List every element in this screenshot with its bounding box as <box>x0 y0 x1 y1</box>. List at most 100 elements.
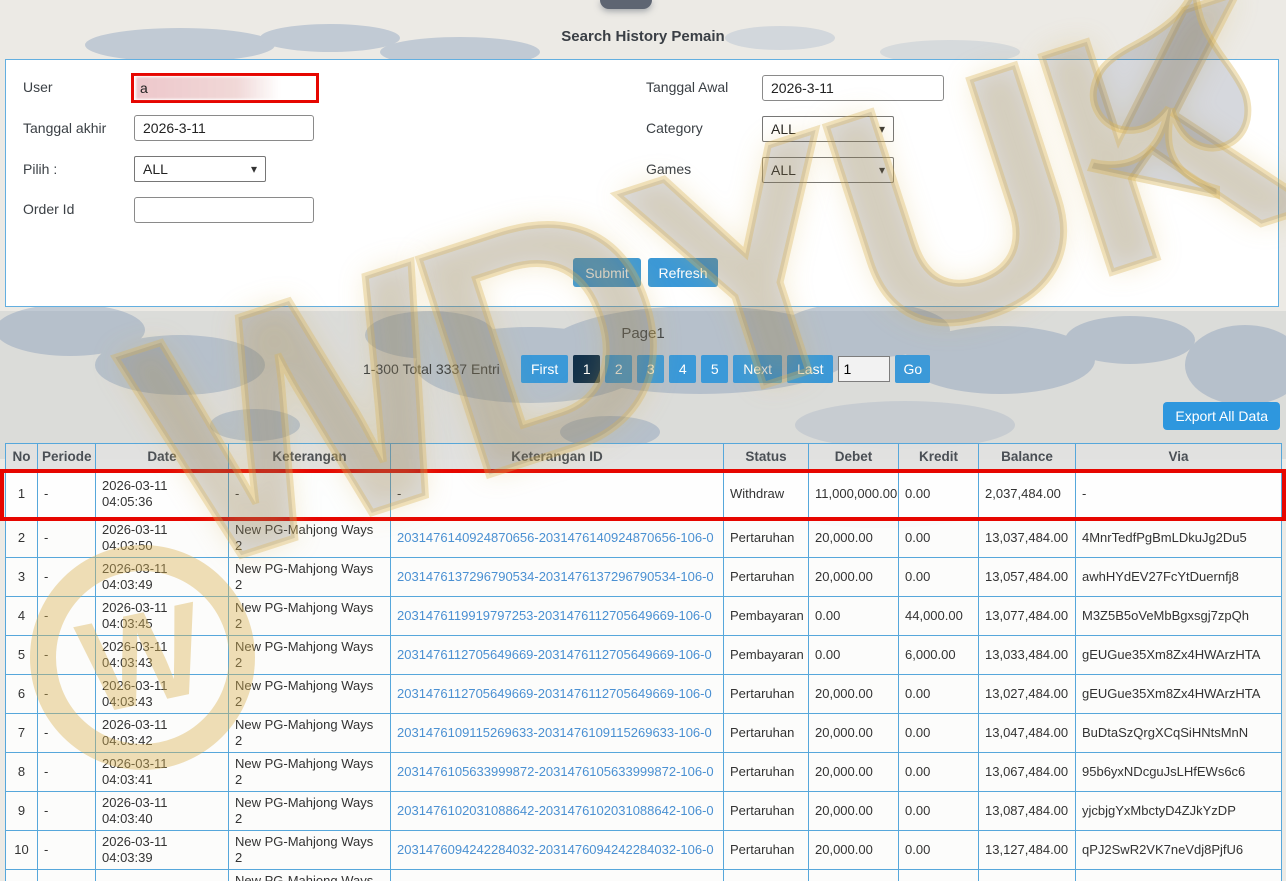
page-button-1[interactable]: 1 <box>573 355 601 383</box>
header-kredit: Kredit <box>898 443 979 470</box>
order-id-label: Order Id <box>23 201 75 217</box>
header-date: Date <box>95 443 229 470</box>
next-page-button[interactable]: Next <box>733 355 783 383</box>
keterangan-id-link[interactable]: 2031476102031088642-2031476102031088642-… <box>397 803 714 818</box>
table-body: 1 - 2026-03-11 04:05:36 - - Withdraw 11,0… <box>5 469 1282 881</box>
page-indicator: Page1 <box>621 325 665 342</box>
cell-balance: 13,027,484.00 <box>978 674 1076 714</box>
cell-periode: - <box>37 791 96 831</box>
cell-via: - <box>1075 469 1282 519</box>
cell-kredit: 6,000.00 <box>898 635 979 675</box>
cell-keterangan: New PG-Mahjong Ways 2 <box>228 830 391 870</box>
keterangan-id-link[interactable]: 2031476137296790534-2031476137296790534-… <box>397 569 714 584</box>
category-label: Category <box>646 120 703 136</box>
cell-no: 8 <box>5 752 38 792</box>
cell-kredit: 0.00 <box>898 469 979 519</box>
games-select[interactable]: ALL ▾ <box>762 157 894 183</box>
pilih-select[interactable]: ALL ▾ <box>134 156 266 182</box>
cell-via: 2iAdKi7vauWao3zi4vf8KL <box>1075 869 1282 881</box>
cell-debet: 20,000.00 <box>808 752 899 792</box>
cell-keterangan: New PG-Mahjong Ways 2 <box>228 791 391 831</box>
user-label: User <box>23 79 53 95</box>
cell-balance: 13,087,484.00 <box>978 791 1076 831</box>
order-id-input[interactable] <box>134 197 314 223</box>
goto-page-input[interactable] <box>838 356 891 382</box>
last-page-button[interactable]: Last <box>787 355 834 383</box>
cell-debet: 20,000.00 <box>808 830 899 870</box>
table-header-row: No Periode Date Keterangan Keterangan ID… <box>5 443 1282 470</box>
header-keterangan-id: Keterangan ID <box>390 443 724 470</box>
user-input[interactable] <box>134 76 316 100</box>
tanggal-awal-input[interactable] <box>762 75 944 101</box>
cell-kredit: 0.00 <box>898 869 979 881</box>
cell-via: 4MnrTedfPgBmLDkuJg2Du5 <box>1075 518 1282 558</box>
cell-balance: 13,067,484.00 <box>978 752 1076 792</box>
cell-keterangan-id: 2031476102031088642-2031476102031088642-… <box>390 791 724 831</box>
cell-date: 2026-03-11 04:03:43 <box>95 674 229 714</box>
table-row: 10 - 2026-03-11 04:03:39 New PG-Mahjong W… <box>5 830 1282 870</box>
cell-kredit: 0.00 <box>898 557 979 597</box>
cell-kredit: 0.00 <box>898 830 979 870</box>
export-all-data-button[interactable]: Export All Data <box>1163 402 1280 430</box>
cell-status: Pembayaran <box>723 596 809 636</box>
table-row: 3 - 2026-03-11 04:03:49 New PG-Mahjong Wa… <box>5 557 1282 597</box>
tanggal-akhir-input[interactable] <box>134 115 314 141</box>
cell-keterangan-id: 2031476119919797253-2031476112705649669-… <box>390 596 724 636</box>
keterangan-id-link[interactable]: 2031476119919797253-2031476112705649669-… <box>397 608 712 623</box>
keterangan-id-link[interactable]: 2031476109115269633-2031476109115269633-… <box>397 725 712 740</box>
refresh-button[interactable]: Refresh <box>648 258 718 287</box>
keterangan-id-link[interactable]: 2031476112705649669-2031476112705649669-… <box>397 686 712 701</box>
cell-status: Pertaruhan <box>723 830 809 870</box>
page-button-5[interactable]: 5 <box>701 355 729 383</box>
history-page: Search History Pemain User Tanggal akhir… <box>0 0 1286 881</box>
category-select[interactable]: ALL ▾ <box>762 116 894 142</box>
cell-no: 7 <box>5 713 38 753</box>
submit-button[interactable]: Submit <box>573 258 641 287</box>
cell-date: 2026-03-11 04:03:42 <box>95 713 229 753</box>
cell-no: 11 <box>5 869 38 881</box>
header-status: Status <box>723 443 809 470</box>
keterangan-id-link[interactable]: 2031476105633999872-2031476105633999872-… <box>397 764 714 779</box>
cell-debet: 0.00 <box>808 596 899 636</box>
cell-keterangan: - <box>228 469 391 519</box>
page-button-4[interactable]: 4 <box>669 355 697 383</box>
pagination-bar: First 1 2 3 4 5 Next Last Go <box>521 355 931 383</box>
tanggal-awal-label: Tanggal Awal <box>646 79 729 95</box>
cell-via: BuDtaSzQrgXCqSiHNtsMnN <box>1075 713 1282 753</box>
cell-date: 2026-03-11 04:03:50 <box>95 518 229 558</box>
cell-date: 2026-03-11 04:05:36 <box>95 469 229 519</box>
keterangan-id-link[interactable]: 2031476094242284032-2031476094242284032-… <box>397 842 714 857</box>
games-label: Games <box>646 161 692 177</box>
cell-keterangan: New PG-Mahjong Ways 2 <box>228 557 391 597</box>
cell-periode: - <box>37 469 96 519</box>
go-button[interactable]: Go <box>895 355 931 383</box>
cell-debet: 20,000.00 <box>808 869 899 881</box>
cell-date: 2026-03-11 <box>95 869 229 881</box>
cell-no: 5 <box>5 635 38 675</box>
cell-status: Pertaruhan <box>723 791 809 831</box>
cell-no: 4 <box>5 596 38 636</box>
keterangan-id-link[interactable]: 2031476112705649669-2031476112705649669-… <box>397 647 712 662</box>
cell-date: 2026-03-11 04:03:40 <box>95 791 229 831</box>
chevron-down-icon: ▾ <box>878 163 885 177</box>
cell-status: Pertaruhan <box>723 674 809 714</box>
cell-no: 9 <box>5 791 38 831</box>
page-button-3[interactable]: 3 <box>637 355 665 383</box>
header-balance: Balance <box>978 443 1076 470</box>
cell-no: 1 <box>5 469 38 519</box>
result-range-text: 1-300 Total 3337 Entri <box>363 361 500 377</box>
cell-balance: 13,127,484.00 <box>978 830 1076 870</box>
cell-keterangan-id: 2031476137296790534-2031476137296790534-… <box>390 557 724 597</box>
cell-via: 95b6yxNDcguJsLHfEWs6c6 <box>1075 752 1282 792</box>
page-button-2[interactable]: 2 <box>605 355 633 383</box>
cell-no: 10 <box>5 830 38 870</box>
chevron-down-icon: ▾ <box>250 162 257 176</box>
cell-keterangan-id: 2031476105633999872-2031476105633999872-… <box>390 752 724 792</box>
cell-kredit: 0.00 <box>898 752 979 792</box>
table-row: 5 - 2026-03-11 04:03:43 New PG-Mahjong Wa… <box>5 635 1282 675</box>
keterangan-id-link[interactable]: 2031476140924870656-2031476140924870656-… <box>397 530 714 545</box>
cell-status: Pertaruhan <box>723 713 809 753</box>
page-title: Search History Pemain <box>561 28 725 45</box>
first-page-button[interactable]: First <box>521 355 569 383</box>
table-row: 2 - 2026-03-11 04:03:50 New PG-Mahjong Wa… <box>5 518 1282 558</box>
